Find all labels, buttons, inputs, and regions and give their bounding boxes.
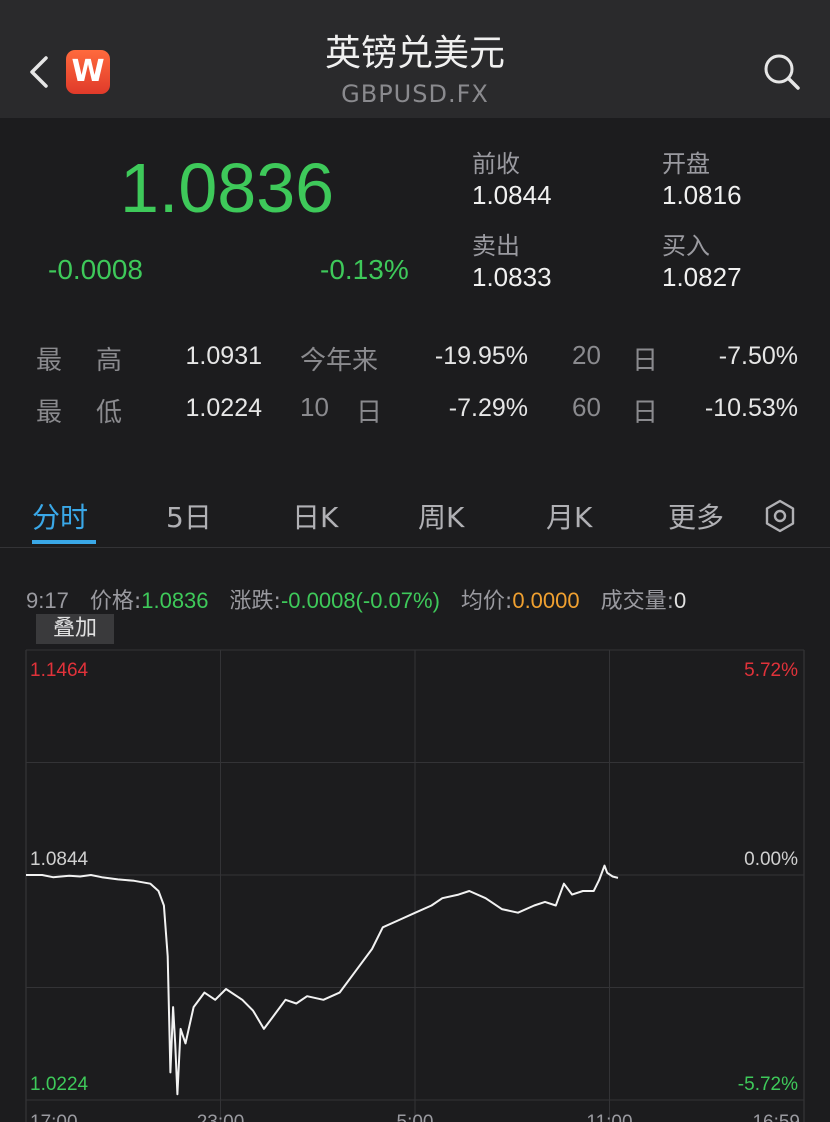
- pct-label-bottom: -5.72%: [738, 1074, 798, 1095]
- d20-label-b: 日: [632, 346, 659, 376]
- ask-label: 卖出: [472, 232, 520, 260]
- d60-value: -10.53%: [704, 394, 798, 422]
- bid-label: 买入: [662, 232, 710, 260]
- low-label-b: 低: [96, 398, 123, 428]
- quote-panel: 1.0836 -0.0008 -0.13% 前收 1.0844 开盘 1.081…: [0, 118, 830, 308]
- nav-bar: W 英镑兑美元 GBPUSD.FX: [0, 0, 830, 118]
- price-line: [26, 864, 619, 1096]
- price-change-pct: -0.13%: [320, 254, 409, 285]
- x-tick-label: 16:59: [752, 1112, 800, 1122]
- ask-value: 1.0833: [472, 262, 552, 292]
- d10-label-b: 日: [356, 398, 383, 428]
- tab-monthly-k[interactable]: 月K: [546, 496, 592, 536]
- x-tick-label: 23:00: [197, 1112, 245, 1122]
- current-price: 1.0836: [120, 149, 335, 227]
- prev-close-label: 前收: [472, 150, 520, 178]
- d10-value: -7.29%: [448, 394, 528, 422]
- tab-more[interactable]: 更多: [668, 496, 724, 536]
- tab-weekly-k[interactable]: 周K: [418, 496, 464, 536]
- ytd-value: -19.95%: [434, 342, 528, 370]
- x-tick-label: 5:00: [397, 1112, 434, 1122]
- high-label-b: 高: [96, 346, 123, 376]
- high-value: 1.0931: [185, 342, 262, 370]
- intraday-chart[interactable]: 1.1464 5.72% 1.0844 0.00% 1.0224 -5.72% 17:00 2…: [0, 604, 830, 1122]
- y-label-top: 1.1464: [30, 660, 89, 681]
- tab-5day[interactable]: 5日: [166, 496, 212, 536]
- tab-daily-k[interactable]: 日K: [292, 496, 338, 536]
- page-subtitle: GBPUSD.FX: [341, 80, 489, 108]
- open-label: 开盘: [662, 150, 710, 178]
- active-tab-indicator: [32, 540, 96, 544]
- d60-label-b: 日: [632, 398, 659, 428]
- d60-label-a: 60: [572, 392, 601, 422]
- prev-close-value: 1.0844: [472, 180, 552, 210]
- low-value: 1.0224: [185, 394, 262, 422]
- chart-series: [26, 864, 619, 1096]
- x-tick-label: 17:00: [30, 1112, 78, 1122]
- overlay-button[interactable]: 叠加: [36, 614, 114, 644]
- x-tick-label: 11:00: [586, 1112, 632, 1122]
- search-icon[interactable]: [760, 50, 804, 94]
- settings-hexagon-icon[interactable]: [762, 498, 798, 534]
- d10-label-a: 10: [300, 392, 329, 422]
- d20-value: -7.50%: [718, 342, 798, 370]
- tab-intraday[interactable]: 分时: [32, 496, 88, 536]
- ytd-label: 今年来: [300, 346, 379, 376]
- d20-label-a: 20: [572, 340, 601, 370]
- high-label-a: 最: [36, 346, 63, 376]
- pct-label-top: 5.72%: [744, 660, 798, 681]
- page-title: 英镑兑美元: [324, 33, 505, 74]
- price-change: -0.0008: [48, 254, 143, 285]
- pct-label-mid: 0.00%: [744, 849, 798, 870]
- chart-tabs: 分时 5日 日K 周K 月K 更多: [0, 488, 830, 548]
- low-label-a: 最: [36, 398, 63, 428]
- y-label-bottom: 1.0224: [30, 1074, 89, 1095]
- bid-value: 1.0827: [662, 262, 742, 292]
- chart-grid: [25, 649, 805, 1122]
- stats-grid: 最 高 1.0931 今年来 -19.95% 20 日 -7.50% 最 低 1…: [0, 330, 830, 440]
- open-value: 1.0816: [662, 180, 742, 210]
- y-label-mid: 1.0844: [30, 849, 89, 870]
